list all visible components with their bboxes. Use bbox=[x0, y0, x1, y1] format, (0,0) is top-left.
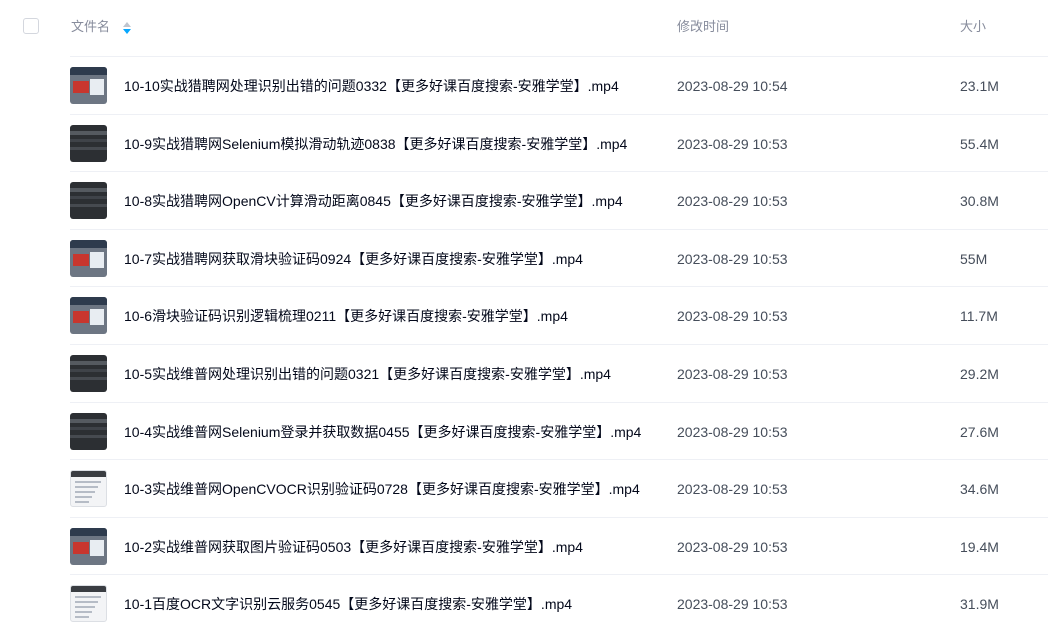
file-modified-time: 2023-08-29 10:53 bbox=[677, 538, 788, 555]
file-name[interactable]: 10-9实战猎聘网Selenium模拟滑动轨迹0838【更多好课百度搜索-安雅学… bbox=[124, 135, 627, 153]
video-thumbnail[interactable] bbox=[70, 297, 107, 335]
file-row[interactable]: 10-9实战猎聘网Selenium模拟滑动轨迹0838【更多好课百度搜索-安雅学… bbox=[70, 113, 1048, 172]
file-modified-time: 2023-08-29 10:53 bbox=[677, 423, 788, 440]
file-size: 23.1M bbox=[960, 78, 999, 94]
file-name[interactable]: 10-5实战维普网处理识别出错的问题0321【更多好课百度搜索-安雅学堂】.mp… bbox=[124, 365, 611, 383]
file-row[interactable]: 10-5实战维普网处理识别出错的问题0321【更多好课百度搜索-安雅学堂】.mp… bbox=[70, 344, 1048, 402]
file-size: 34.6M bbox=[960, 481, 999, 498]
video-thumbnail[interactable] bbox=[70, 470, 107, 508]
file-size: 11.7M bbox=[960, 308, 998, 325]
sort-icon[interactable] bbox=[121, 20, 133, 36]
file-size: 19.4M bbox=[960, 538, 999, 555]
file-name[interactable]: 10-10实战猎聘网处理识别出错的问题0332【更多好课百度搜索-安雅学堂】.m… bbox=[124, 77, 619, 95]
file-row[interactable]: 10-6滑块验证码识别逻辑梳理0211【更多好课百度搜索-安雅学堂】.mp4 20… bbox=[70, 286, 1048, 344]
video-thumbnail[interactable] bbox=[70, 355, 107, 392]
file-modified-time: 2023-08-29 10:53 bbox=[677, 193, 788, 210]
select-all-checkbox[interactable] bbox=[23, 18, 39, 34]
file-modified-time: 2023-08-29 10:53 bbox=[677, 308, 788, 325]
file-row[interactable]: 10-4实战维普网Selenium登录并获取数据0455【更多好课百度搜索-安雅… bbox=[70, 401, 1048, 460]
file-size: 55.4M bbox=[960, 135, 999, 152]
video-thumbnail[interactable] bbox=[70, 585, 107, 623]
file-size: 30.8M bbox=[960, 193, 999, 210]
file-modified-time: 2023-08-29 10:53 bbox=[677, 481, 788, 498]
column-header-modified-time[interactable]: 修改时间 bbox=[677, 19, 729, 35]
file-modified-time: 2023-08-29 10:54 bbox=[677, 78, 788, 94]
video-thumbnail[interactable] bbox=[70, 67, 107, 104]
file-row[interactable]: 10-1百度OCR文字识别云服务0545【更多好课百度搜索-安雅学堂】.mp4 2… bbox=[70, 574, 1048, 632]
file-size: 29.2M bbox=[960, 366, 999, 382]
file-name[interactable]: 10-6滑块验证码识别逻辑梳理0211【更多好课百度搜索-安雅学堂】.mp4 bbox=[124, 307, 568, 325]
video-thumbnail[interactable] bbox=[70, 182, 107, 220]
file-size: 27.6M bbox=[960, 423, 999, 440]
column-header-name[interactable]: 文件名 bbox=[71, 19, 110, 35]
video-thumbnail[interactable] bbox=[70, 527, 107, 565]
file-list: 文件名 修改时间 大小 10-10实战猎聘网处理识别出错的问题0332【更多好课… bbox=[0, 0, 1048, 644]
file-name[interactable]: 10-2实战维普网获取图片验证码0503【更多好课百度搜索-安雅学堂】.mp4 bbox=[124, 538, 583, 556]
list-header: 文件名 修改时间 大小 bbox=[0, 0, 1048, 56]
column-header-size[interactable]: 大小 bbox=[960, 19, 986, 35]
file-row[interactable]: 10-8实战猎聘网OpenCV计算滑动距离0845【更多好课百度搜索-安雅学堂】… bbox=[70, 171, 1048, 229]
file-row[interactable]: 10-10实战猎聘网处理识别出错的问题0332【更多好课百度搜索-安雅学堂】.m… bbox=[70, 56, 1048, 114]
video-thumbnail[interactable] bbox=[70, 412, 107, 450]
video-thumbnail[interactable] bbox=[70, 239, 107, 277]
file-name[interactable]: 10-8实战猎聘网OpenCV计算滑动距离0845【更多好课百度搜索-安雅学堂】… bbox=[124, 192, 623, 210]
file-modified-time: 2023-08-29 10:53 bbox=[677, 250, 788, 267]
file-row[interactable]: 10-7实战猎聘网获取滑块验证码0924【更多好课百度搜索-安雅学堂】.mp4 2… bbox=[70, 228, 1048, 287]
file-name[interactable]: 10-4实战维普网Selenium登录并获取数据0455【更多好课百度搜索-安雅… bbox=[124, 423, 641, 441]
file-name[interactable]: 10-7实战猎聘网获取滑块验证码0924【更多好课百度搜索-安雅学堂】.mp4 bbox=[124, 250, 583, 268]
file-size: 55M bbox=[960, 250, 988, 267]
video-thumbnail[interactable] bbox=[70, 124, 107, 162]
file-row[interactable]: 10-2实战维普网获取图片验证码0503【更多好课百度搜索-安雅学堂】.mp4 2… bbox=[70, 516, 1048, 575]
file-name[interactable]: 10-1百度OCR文字识别云服务0545【更多好课百度搜索-安雅学堂】.mp4 bbox=[124, 595, 572, 613]
file-name[interactable]: 10-3实战维普网OpenCVOCR识别验证码0728【更多好课百度搜索-安雅学… bbox=[124, 480, 640, 498]
file-size: 31.9M bbox=[960, 596, 999, 613]
file-modified-time: 2023-08-29 10:53 bbox=[677, 366, 788, 382]
file-modified-time: 2023-08-29 10:53 bbox=[677, 596, 788, 613]
file-row[interactable]: 10-3实战维普网OpenCVOCR识别验证码0728【更多好课百度搜索-安雅学… bbox=[70, 459, 1048, 517]
file-modified-time: 2023-08-29 10:53 bbox=[677, 135, 788, 152]
